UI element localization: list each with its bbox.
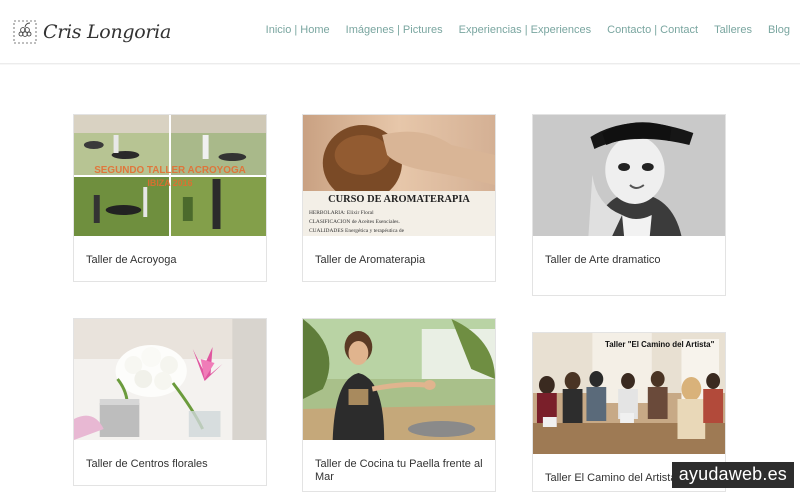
aromaterapia-photo[interactable]: CURSO DE AROMATERAPIA HERBOLARIA: Elixir… <box>303 115 495 236</box>
watermark-badge: ayudaweb.es <box>671 462 794 488</box>
arte-dramatico-photo[interactable] <box>533 115 725 236</box>
site-logo[interactable]: Cris Longoria <box>12 12 171 52</box>
centros-florales-photo[interactable] <box>74 319 266 440</box>
logo-grape-icon <box>13 20 37 44</box>
main-nav: Inicio | Home Imágenes | Pictures Experi… <box>266 24 790 36</box>
nav-talleres[interactable]: Talleres <box>714 24 752 36</box>
acroyoga-photo[interactable]: SEGUNDO TALLER ACROYOGA IBIZA 2016 <box>74 115 266 236</box>
workshop-card-aromaterapia[interactable]: CURSO DE AROMATERAPIA HERBOLARIA: Elixir… <box>302 114 496 282</box>
svg-text:Taller "El Camino del Artista": Taller "El Camino del Artista" <box>605 340 715 349</box>
workshop-card-acroyoga[interactable]: SEGUNDO TALLER ACROYOGA IBIZA 2016 Talle… <box>73 114 267 282</box>
cocina-paella-photo[interactable] <box>303 319 495 440</box>
camino-artista-photo[interactable]: Taller "El Camino del Artista" <box>533 333 725 454</box>
svg-text:HERBOLARIA: Elixir Floral: HERBOLARIA: Elixir Floral <box>309 210 374 216</box>
card-title[interactable]: Taller de Arte dramatico <box>533 236 725 267</box>
nav-experiences[interactable]: Experiencias | Experiences <box>459 24 591 36</box>
workshop-card-centros-florales[interactable]: Taller de Centros florales <box>73 318 267 486</box>
svg-text:SEGUNDO TALLER ACROYOGA: SEGUNDO TALLER ACROYOGA <box>94 165 246 176</box>
nav-blog[interactable]: Blog <box>768 24 790 36</box>
nav-pictures[interactable]: Imágenes | Pictures <box>346 24 443 36</box>
nav-contact[interactable]: Contacto | Contact <box>607 24 698 36</box>
svg-text:CLASIFICACION de Aceites Esenc: CLASIFICACION de Aceites Esenciales. <box>309 219 400 225</box>
workshop-card-cocina-paella[interactable]: Taller de Cocina tu Paella frente al Mar <box>302 318 496 492</box>
card-title[interactable]: Taller de Cocina tu Paella frente al Mar <box>303 440 495 484</box>
svg-text:IBIZA 2016: IBIZA 2016 <box>147 178 192 188</box>
svg-text:CURSO DE AROMATERAPIA: CURSO DE AROMATERAPIA <box>328 194 470 205</box>
site-header: Cris Longoria Inicio | Home Imágenes | P… <box>0 0 800 64</box>
card-title[interactable]: Taller de Acroyoga <box>74 236 266 267</box>
card-title[interactable]: Taller de Centros florales <box>74 440 266 471</box>
workshop-card-arte-dramatico[interactable]: Taller de Arte dramatico <box>532 114 726 296</box>
svg-text:CUALIDADES Energética y terapé: CUALIDADES Energética y terapéutica de <box>309 228 405 234</box>
card-title[interactable]: Taller de Aromaterapia <box>303 236 495 267</box>
nav-home[interactable]: Inicio | Home <box>266 24 330 36</box>
logo-text: Cris Longoria <box>43 21 171 43</box>
